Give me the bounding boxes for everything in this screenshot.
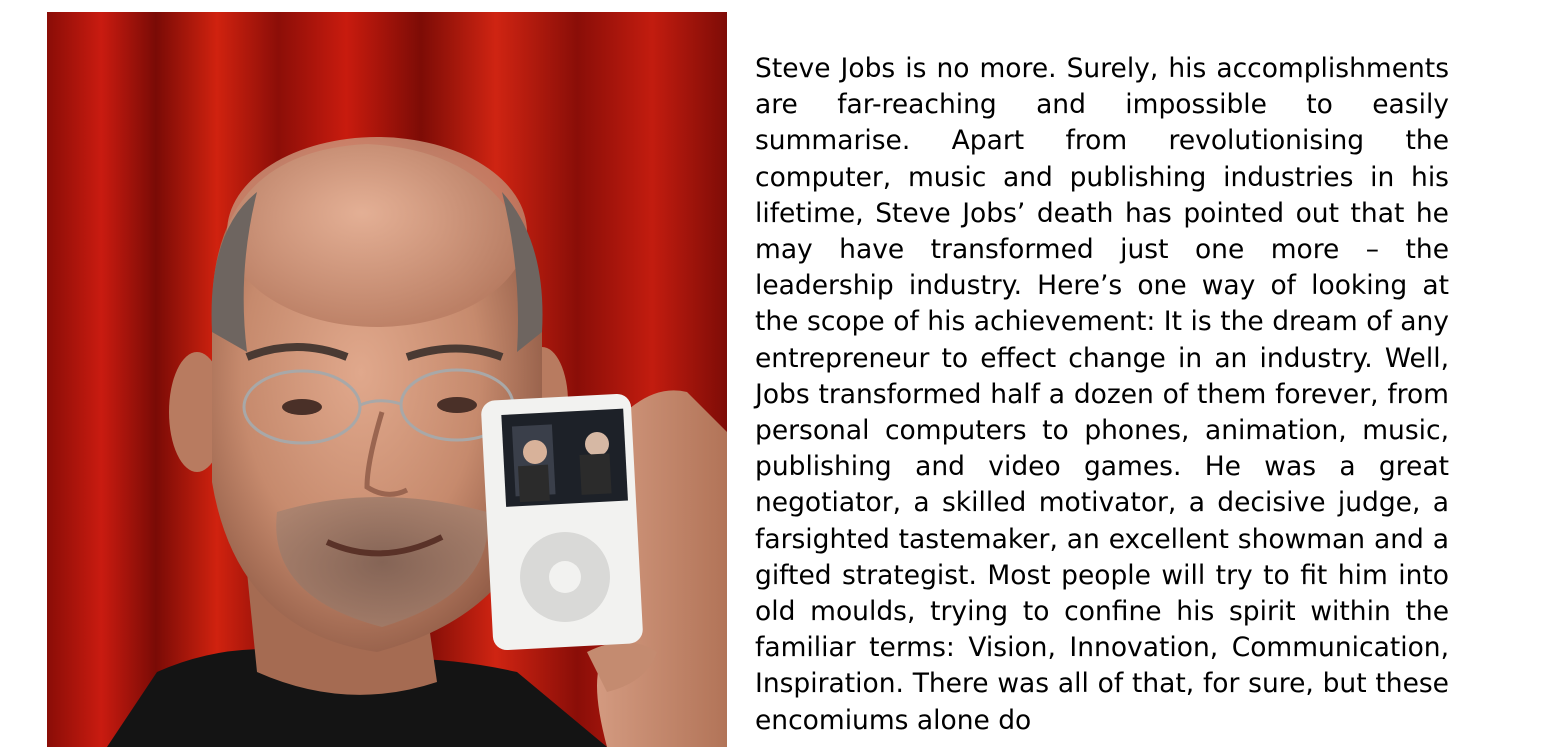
page: Steve Jobs is no more. Surely, his accom… — [0, 0, 1551, 747]
article-body: Steve Jobs is no more. Surely, his accom… — [755, 53, 1449, 736]
photo-steve-jobs-holding-ipod — [47, 12, 727, 747]
